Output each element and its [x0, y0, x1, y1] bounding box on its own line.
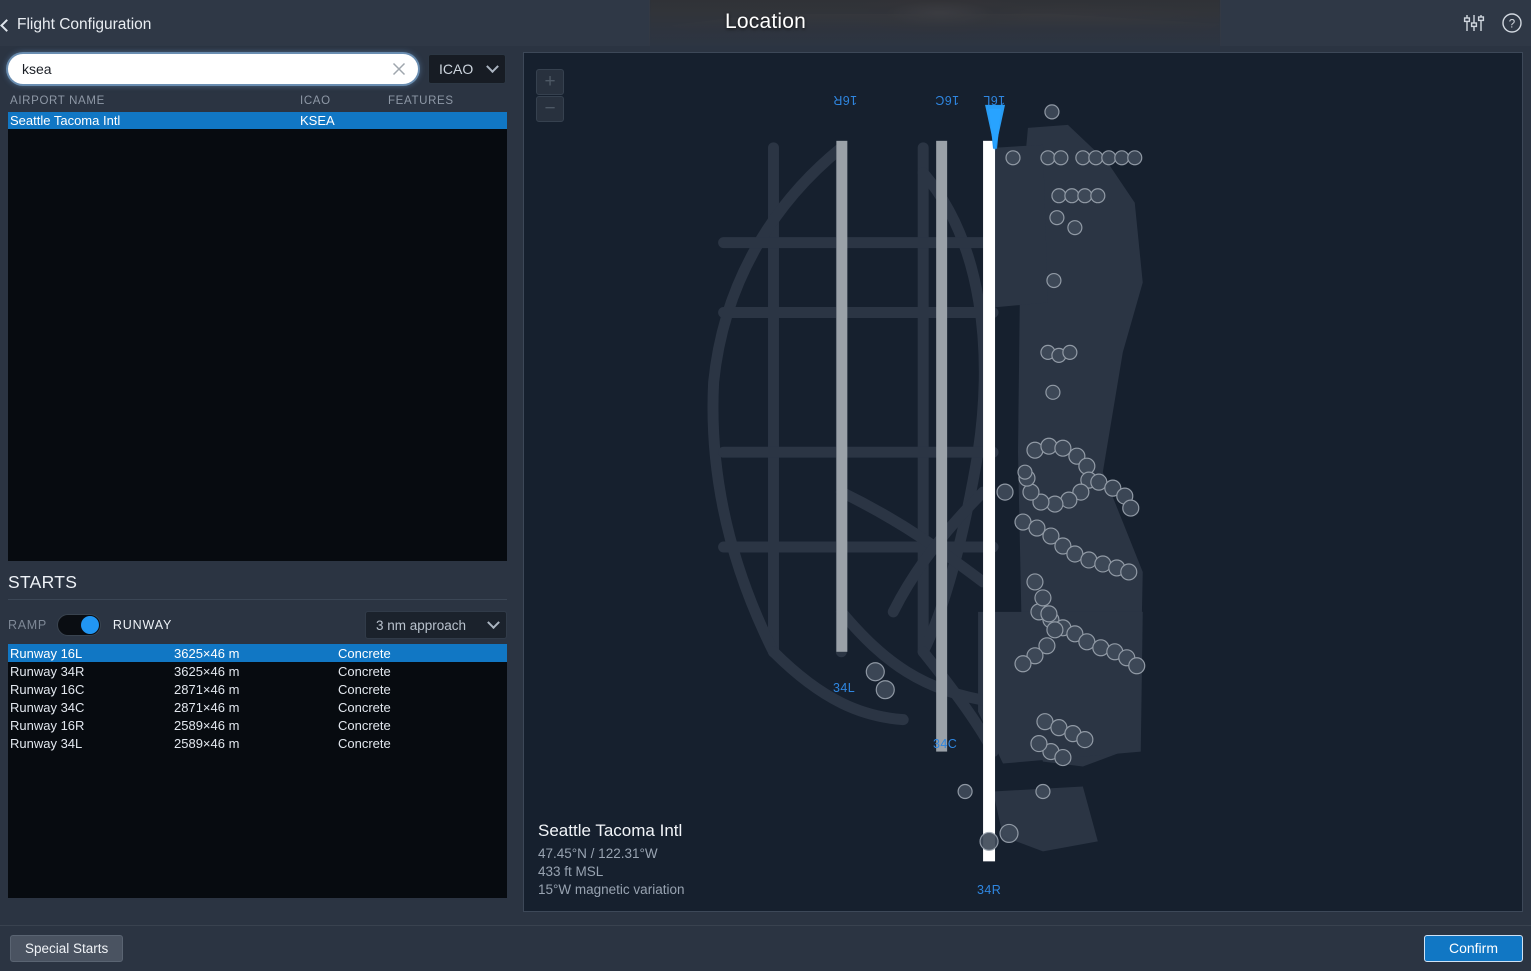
approach-distance-dropdown[interactable]: 3 nm approach	[365, 611, 507, 639]
svg-text:?: ?	[1509, 19, 1515, 31]
left-panel: ICAO AIRPORT NAME ICAO FEATURES Seattle …	[0, 46, 515, 925]
map-runway-label-34R: 34R	[977, 883, 1001, 897]
runway-row-name: Runway 16L	[10, 646, 174, 661]
runway-row-name: Runway 34C	[10, 700, 174, 715]
chevron-down-icon	[487, 616, 500, 629]
runway-row-dimensions: 2871×46 m	[174, 700, 338, 715]
approach-distance-value: 3 nm approach	[376, 618, 466, 633]
map-zoom-out-button[interactable]: −	[536, 96, 564, 122]
search-filter-dropdown[interactable]: ICAO	[428, 54, 506, 84]
map-zoom-in-button[interactable]: +	[536, 69, 564, 95]
runway-row-name: Runway 16R	[10, 718, 174, 733]
confirm-button[interactable]: Confirm	[1424, 935, 1523, 962]
airport-row[interactable]: Seattle Tacoma IntlKSEA	[8, 112, 507, 129]
runway-row-dimensions: 2589×46 m	[174, 736, 338, 751]
runway-16R-34L	[836, 141, 847, 652]
runway-row-name: Runway 16C	[10, 682, 174, 697]
runway-row-surface: Concrete	[338, 700, 505, 715]
toggle-knob	[81, 616, 99, 634]
search-box	[8, 54, 418, 84]
bottom-bar: Special Starts Confirm	[0, 925, 1531, 971]
runway-row[interactable]: Runway 34R3625×46 mConcrete	[8, 662, 507, 680]
help-circle-icon[interactable]: ?	[1501, 12, 1523, 39]
runway-row-surface: Concrete	[338, 682, 505, 697]
runway-row-surface: Concrete	[338, 736, 505, 751]
close-icon[interactable]	[390, 60, 408, 78]
airport-info-coordinates: 47.45°N / 122.31°W	[538, 845, 684, 863]
chevron-down-icon	[486, 60, 499, 73]
map-runway-label-16L: 16L	[983, 93, 1005, 107]
runway-row-dimensions: 2871×46 m	[174, 682, 338, 697]
runway-row[interactable]: Runway 34L2589×46 mConcrete	[8, 734, 507, 752]
starts-controls: RAMP RUNWAY 3 nm approach	[8, 600, 507, 644]
map-runway-label-34C: 34C	[933, 737, 957, 751]
runway-row-name: Runway 34R	[10, 664, 174, 679]
runway-label: RUNWAY	[113, 618, 172, 632]
start-type-toggle[interactable]	[57, 614, 101, 636]
map-zoom-controls: + −	[536, 69, 564, 122]
airport-row-name: Seattle Tacoma Intl	[10, 113, 300, 128]
runway-row[interactable]: Runway 16C2871×46 mConcrete	[8, 680, 507, 698]
map-runway-label-16C: 16C	[935, 93, 959, 107]
runway-row[interactable]: Runway 34C2871×46 mConcrete	[8, 698, 507, 716]
header-icon-group: ?	[1463, 12, 1523, 39]
map-runway-label-16R: 16R	[833, 93, 857, 107]
sliders-icon[interactable]	[1463, 13, 1485, 38]
starts-section-title: STARTS	[8, 572, 507, 600]
column-header-features: FEATURES	[388, 95, 505, 107]
airport-results-list[interactable]: Seattle Tacoma IntlKSEA	[8, 112, 507, 561]
runway-16C-34C	[936, 141, 947, 752]
airport-table-header: AIRPORT NAME ICAO FEATURES	[8, 95, 507, 112]
runway-row-surface: Concrete	[338, 664, 505, 679]
airport-info-elevation: 433 ft MSL	[538, 863, 684, 881]
ramp-label: RAMP	[8, 618, 47, 632]
airport-info-overlay: Seattle Tacoma Intl 47.45°N / 122.31°W 4…	[538, 821, 684, 899]
airport-row-icao: KSEA	[300, 113, 388, 128]
runway-row-surface: Concrete	[338, 646, 505, 661]
airport-info-magvar: 15°W magnetic variation	[538, 881, 684, 899]
search-filter-label: ICAO	[439, 61, 473, 77]
airport-map-panel[interactable]: + − 16R 16C 16L 34L 34C 34R Seattle Tacoma In…	[523, 52, 1523, 912]
runway-row-dimensions: 3625×46 m	[174, 646, 338, 661]
runway-row[interactable]: Runway 16L3625×46 mConcrete	[8, 644, 507, 662]
column-header-icao: ICAO	[300, 95, 388, 107]
runway-row-name: Runway 34L	[10, 736, 174, 751]
search-row: ICAO	[8, 54, 507, 84]
airport-map-canvas	[524, 53, 1522, 911]
runway-16L-34R-selected	[983, 141, 995, 862]
runway-row-surface: Concrete	[338, 718, 505, 733]
runway-row[interactable]: Runway 16R2589×46 mConcrete	[8, 716, 507, 734]
column-header-airport-name: AIRPORT NAME	[10, 95, 300, 107]
page-title: Location	[0, 10, 1531, 34]
runway-list[interactable]: Runway 16L3625×46 mConcreteRunway 34R362…	[8, 644, 507, 898]
runway-row-dimensions: 3625×46 m	[174, 664, 338, 679]
location-screen: Flight Configuration Location	[0, 0, 1531, 971]
search-input[interactable]	[8, 55, 418, 83]
map-runway-label-34L: 34L	[833, 681, 855, 695]
app-header: Flight Configuration Location	[0, 0, 1531, 46]
runway-row-dimensions: 2589×46 m	[174, 718, 338, 733]
special-starts-button[interactable]: Special Starts	[10, 935, 123, 962]
airport-info-name: Seattle Tacoma Intl	[538, 821, 684, 841]
